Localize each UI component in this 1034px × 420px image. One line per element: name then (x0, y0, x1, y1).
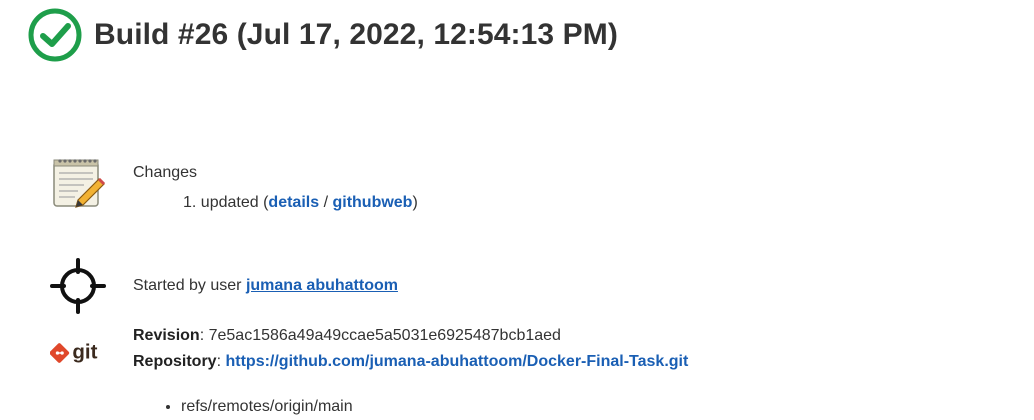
change-githubweb-link[interactable]: githubweb (332, 194, 412, 211)
git-content: Revision: 7e5ac1586a49a49ccae5a5031e6925… (133, 323, 688, 383)
changes-section: Changes 1. updated (details / githubweb) (50, 156, 418, 216)
branch-item: refs/remotes/origin/main (181, 396, 353, 418)
page-title: Build #26 (Jul 17, 2022, 12:54:13 PM) (94, 18, 618, 51)
revision-colon: : (199, 327, 205, 344)
started-by-prefix: Started by user (133, 277, 242, 294)
changes-list: 1. updated (details / githubweb) (133, 190, 418, 216)
notepad-pencil-icon (53, 159, 106, 208)
git-logo-text: git (72, 341, 97, 364)
git-section: git Revision: 7e5ac1586a49a49ccae5a5031e… (50, 323, 688, 383)
build-header: Build #26 (Jul 17, 2022, 12:54:13 PM) (28, 8, 618, 62)
change-details-link[interactable]: details (268, 194, 319, 211)
build-page: Build #26 (Jul 17, 2022, 12:54:13 PM) Ch… (0, 0, 1034, 420)
repository-line: Repository: https://github.com/jumana-ab… (133, 349, 688, 375)
changes-content: Changes 1. updated (details / githubweb) (133, 156, 418, 216)
started-by-content: Started by user jumana abuhattoom (133, 273, 398, 314)
branch-list: refs/remotes/origin/main (163, 396, 353, 418)
change-number: 1. (183, 194, 197, 211)
repository-label: Repository (133, 353, 217, 370)
crosshair-icon (50, 258, 106, 314)
started-by-user-link[interactable]: jumana abuhattoom (246, 277, 398, 294)
revision-value: 7e5ac1586a49a49ccae5a5031e6925487bcb1aed (208, 327, 561, 344)
success-check-icon (28, 8, 82, 62)
change-close-paren: ) (412, 194, 418, 211)
git-logo-icon: git (50, 323, 106, 383)
change-message: updated (200, 194, 259, 211)
repository-colon: : (216, 353, 222, 370)
started-by-section: Started by user jumana abuhattoom (50, 258, 398, 314)
revision-label: Revision (133, 327, 200, 344)
change-item: 1. updated (details / githubweb) (183, 190, 418, 216)
change-separator: / (323, 194, 329, 211)
repository-url-link[interactable]: https://github.com/jumana-abuhattoom/Doc… (225, 353, 688, 370)
revision-line: Revision: 7e5ac1586a49a49ccae5a5031e6925… (133, 323, 688, 349)
changes-label: Changes (133, 164, 198, 181)
